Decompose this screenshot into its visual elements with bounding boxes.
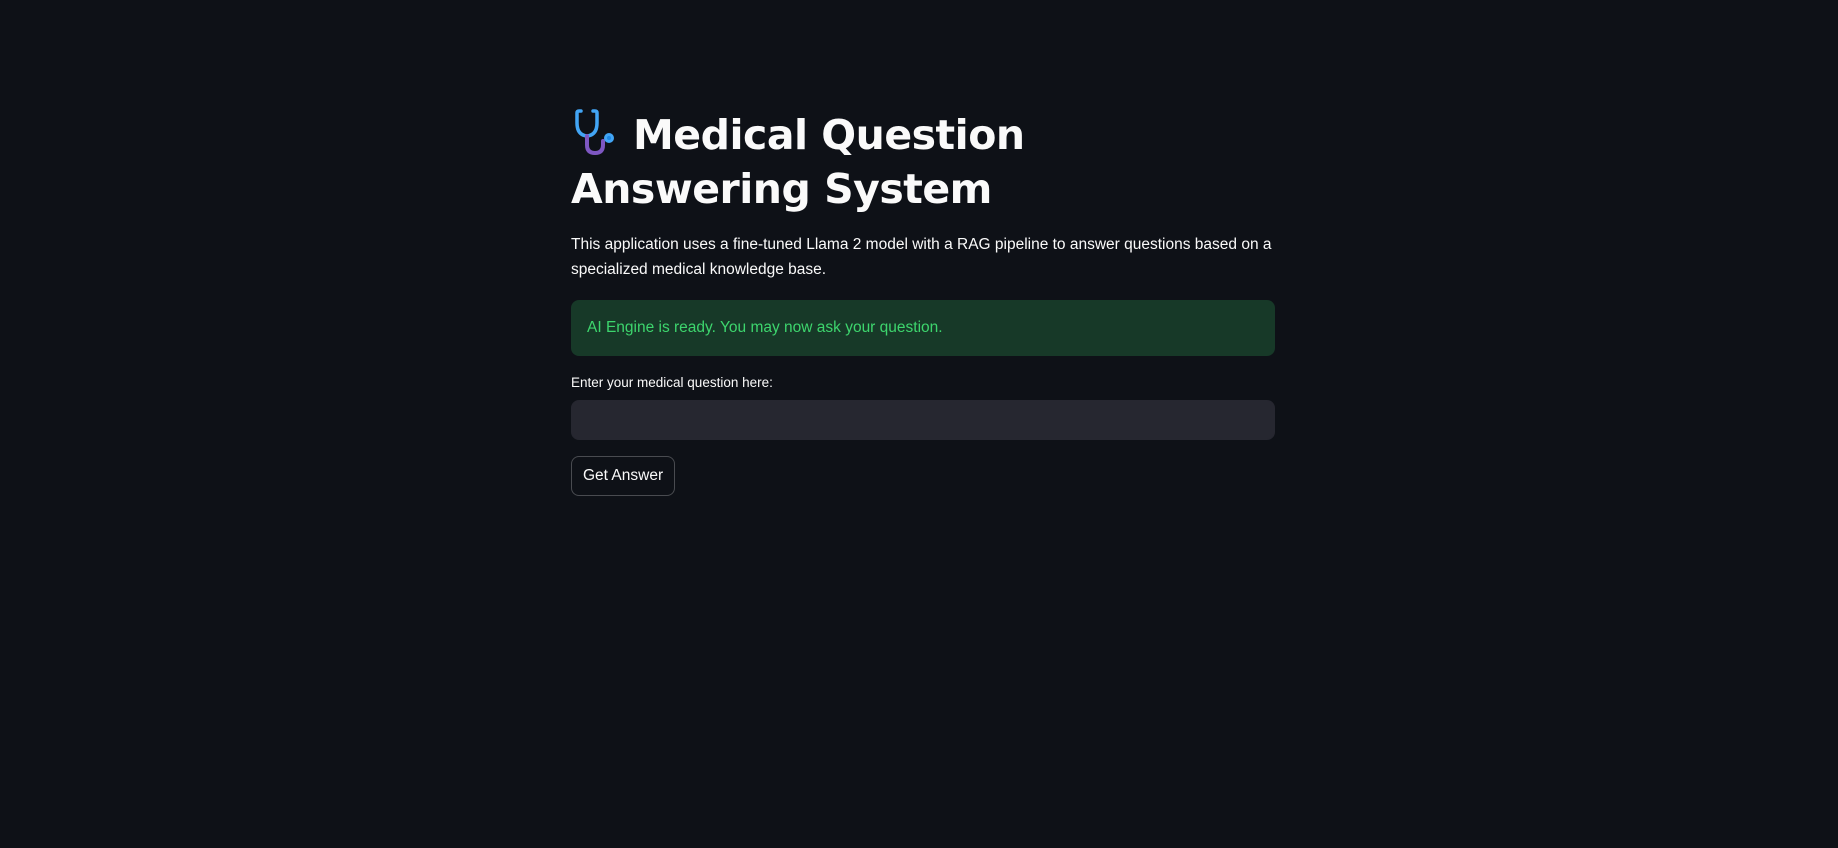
stethoscope-icon [575,109,614,155]
status-message: AI Engine is ready. You may now ask your… [587,319,943,336]
question-input[interactable] [571,400,1275,440]
status-alert: AI Engine is ready. You may now ask your… [571,300,1275,356]
app-description: This application uses a fine-tuned Llama… [571,236,1272,278]
question-label: Enter your medical question here: [571,375,773,390]
get-answer-button[interactable]: Get Answer [571,456,676,496]
page-title-text: Medical Question Answering System [571,111,1025,213]
page-title: Medical Question Answering System [571,108,1275,216]
